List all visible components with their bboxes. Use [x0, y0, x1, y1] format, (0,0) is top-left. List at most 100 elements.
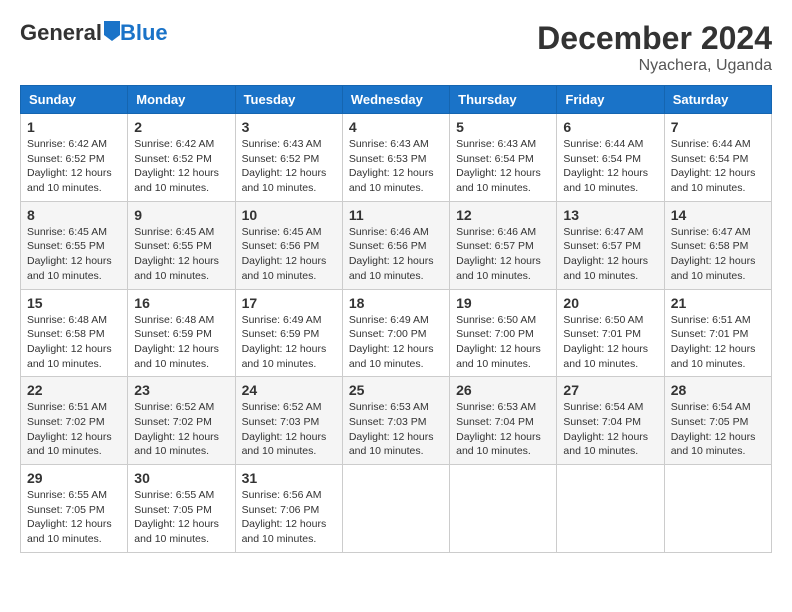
day-number: 13: [563, 207, 657, 223]
day-number: 19: [456, 295, 550, 311]
day-cell: 28 Sunrise: 6:54 AM Sunset: 7:05 PM Dayl…: [664, 377, 771, 465]
day-info: Sunrise: 6:53 AM Sunset: 7:04 PM Dayligh…: [456, 400, 550, 459]
day-info: Sunrise: 6:48 AM Sunset: 6:59 PM Dayligh…: [134, 313, 228, 372]
day-number: 25: [349, 382, 443, 398]
day-cell: 24 Sunrise: 6:52 AM Sunset: 7:03 PM Dayl…: [235, 377, 342, 465]
day-cell: 2 Sunrise: 6:42 AM Sunset: 6:52 PM Dayli…: [128, 114, 235, 202]
week-row-2: 8 Sunrise: 6:45 AM Sunset: 6:55 PM Dayli…: [21, 201, 772, 289]
day-info: Sunrise: 6:51 AM Sunset: 7:02 PM Dayligh…: [27, 400, 121, 459]
day-cell: [557, 465, 664, 553]
week-row-5: 29 Sunrise: 6:55 AM Sunset: 7:05 PM Dayl…: [21, 465, 772, 553]
day-number: 17: [242, 295, 336, 311]
column-header-sunday: Sunday: [21, 86, 128, 114]
day-cell: [450, 465, 557, 553]
day-info: Sunrise: 6:42 AM Sunset: 6:52 PM Dayligh…: [134, 137, 228, 196]
page-header: General Blue December 2024 Nyachera, Uga…: [20, 20, 772, 75]
day-cell: 6 Sunrise: 6:44 AM Sunset: 6:54 PM Dayli…: [557, 114, 664, 202]
day-number: 30: [134, 470, 228, 486]
day-info: Sunrise: 6:45 AM Sunset: 6:56 PM Dayligh…: [242, 225, 336, 284]
day-number: 20: [563, 295, 657, 311]
logo-blue: Blue: [120, 20, 168, 46]
day-info: Sunrise: 6:43 AM Sunset: 6:53 PM Dayligh…: [349, 137, 443, 196]
day-cell: [342, 465, 449, 553]
day-info: Sunrise: 6:43 AM Sunset: 6:54 PM Dayligh…: [456, 137, 550, 196]
day-cell: 25 Sunrise: 6:53 AM Sunset: 7:03 PM Dayl…: [342, 377, 449, 465]
day-cell: 1 Sunrise: 6:42 AM Sunset: 6:52 PM Dayli…: [21, 114, 128, 202]
month-title: December 2024: [537, 20, 772, 57]
day-cell: 7 Sunrise: 6:44 AM Sunset: 6:54 PM Dayli…: [664, 114, 771, 202]
day-info: Sunrise: 6:54 AM Sunset: 7:04 PM Dayligh…: [563, 400, 657, 459]
day-info: Sunrise: 6:44 AM Sunset: 6:54 PM Dayligh…: [563, 137, 657, 196]
day-cell: 15 Sunrise: 6:48 AM Sunset: 6:58 PM Dayl…: [21, 289, 128, 377]
calendar-table: SundayMondayTuesdayWednesdayThursdayFrid…: [20, 85, 772, 553]
day-info: Sunrise: 6:46 AM Sunset: 6:57 PM Dayligh…: [456, 225, 550, 284]
day-cell: 13 Sunrise: 6:47 AM Sunset: 6:57 PM Dayl…: [557, 201, 664, 289]
day-number: 31: [242, 470, 336, 486]
day-number: 18: [349, 295, 443, 311]
column-header-wednesday: Wednesday: [342, 86, 449, 114]
day-cell: 10 Sunrise: 6:45 AM Sunset: 6:56 PM Dayl…: [235, 201, 342, 289]
day-cell: 31 Sunrise: 6:56 AM Sunset: 7:06 PM Dayl…: [235, 465, 342, 553]
day-cell: 26 Sunrise: 6:53 AM Sunset: 7:04 PM Dayl…: [450, 377, 557, 465]
day-number: 5: [456, 119, 550, 135]
logo: General Blue: [20, 20, 168, 46]
day-info: Sunrise: 6:48 AM Sunset: 6:58 PM Dayligh…: [27, 313, 121, 372]
day-info: Sunrise: 6:55 AM Sunset: 7:05 PM Dayligh…: [134, 488, 228, 547]
day-info: Sunrise: 6:52 AM Sunset: 7:02 PM Dayligh…: [134, 400, 228, 459]
day-cell: 8 Sunrise: 6:45 AM Sunset: 6:55 PM Dayli…: [21, 201, 128, 289]
day-cell: 19 Sunrise: 6:50 AM Sunset: 7:00 PM Dayl…: [450, 289, 557, 377]
day-info: Sunrise: 6:49 AM Sunset: 7:00 PM Dayligh…: [349, 313, 443, 372]
day-info: Sunrise: 6:49 AM Sunset: 6:59 PM Dayligh…: [242, 313, 336, 372]
column-header-saturday: Saturday: [664, 86, 771, 114]
day-number: 8: [27, 207, 121, 223]
column-header-monday: Monday: [128, 86, 235, 114]
day-cell: 11 Sunrise: 6:46 AM Sunset: 6:56 PM Dayl…: [342, 201, 449, 289]
day-cell: 3 Sunrise: 6:43 AM Sunset: 6:52 PM Dayli…: [235, 114, 342, 202]
day-info: Sunrise: 6:46 AM Sunset: 6:56 PM Dayligh…: [349, 225, 443, 284]
day-number: 29: [27, 470, 121, 486]
day-number: 11: [349, 207, 443, 223]
day-number: 22: [27, 382, 121, 398]
day-info: Sunrise: 6:47 AM Sunset: 6:58 PM Dayligh…: [671, 225, 765, 284]
day-info: Sunrise: 6:53 AM Sunset: 7:03 PM Dayligh…: [349, 400, 443, 459]
day-number: 16: [134, 295, 228, 311]
column-header-friday: Friday: [557, 86, 664, 114]
day-info: Sunrise: 6:56 AM Sunset: 7:06 PM Dayligh…: [242, 488, 336, 547]
week-row-4: 22 Sunrise: 6:51 AM Sunset: 7:02 PM Dayl…: [21, 377, 772, 465]
day-number: 6: [563, 119, 657, 135]
day-info: Sunrise: 6:54 AM Sunset: 7:05 PM Dayligh…: [671, 400, 765, 459]
title-section: December 2024 Nyachera, Uganda: [537, 20, 772, 75]
location: Nyachera, Uganda: [537, 57, 772, 75]
day-info: Sunrise: 6:50 AM Sunset: 7:00 PM Dayligh…: [456, 313, 550, 372]
day-cell: 14 Sunrise: 6:47 AM Sunset: 6:58 PM Dayl…: [664, 201, 771, 289]
column-header-tuesday: Tuesday: [235, 86, 342, 114]
day-number: 12: [456, 207, 550, 223]
day-cell: [664, 465, 771, 553]
day-info: Sunrise: 6:47 AM Sunset: 6:57 PM Dayligh…: [563, 225, 657, 284]
day-info: Sunrise: 6:52 AM Sunset: 7:03 PM Dayligh…: [242, 400, 336, 459]
day-cell: 29 Sunrise: 6:55 AM Sunset: 7:05 PM Dayl…: [21, 465, 128, 553]
day-cell: 17 Sunrise: 6:49 AM Sunset: 6:59 PM Dayl…: [235, 289, 342, 377]
day-cell: 4 Sunrise: 6:43 AM Sunset: 6:53 PM Dayli…: [342, 114, 449, 202]
day-number: 24: [242, 382, 336, 398]
day-number: 3: [242, 119, 336, 135]
day-cell: 27 Sunrise: 6:54 AM Sunset: 7:04 PM Dayl…: [557, 377, 664, 465]
day-cell: 20 Sunrise: 6:50 AM Sunset: 7:01 PM Dayl…: [557, 289, 664, 377]
column-header-thursday: Thursday: [450, 86, 557, 114]
week-row-3: 15 Sunrise: 6:48 AM Sunset: 6:58 PM Dayl…: [21, 289, 772, 377]
day-number: 10: [242, 207, 336, 223]
day-cell: 30 Sunrise: 6:55 AM Sunset: 7:05 PM Dayl…: [128, 465, 235, 553]
day-info: Sunrise: 6:50 AM Sunset: 7:01 PM Dayligh…: [563, 313, 657, 372]
day-number: 1: [27, 119, 121, 135]
day-cell: 12 Sunrise: 6:46 AM Sunset: 6:57 PM Dayl…: [450, 201, 557, 289]
day-number: 4: [349, 119, 443, 135]
day-cell: 18 Sunrise: 6:49 AM Sunset: 7:00 PM Dayl…: [342, 289, 449, 377]
day-info: Sunrise: 6:44 AM Sunset: 6:54 PM Dayligh…: [671, 137, 765, 196]
calendar-header-row: SundayMondayTuesdayWednesdayThursdayFrid…: [21, 86, 772, 114]
day-number: 2: [134, 119, 228, 135]
logo-icon: [104, 21, 120, 41]
day-info: Sunrise: 6:55 AM Sunset: 7:05 PM Dayligh…: [27, 488, 121, 547]
day-number: 28: [671, 382, 765, 398]
day-number: 14: [671, 207, 765, 223]
day-number: 15: [27, 295, 121, 311]
